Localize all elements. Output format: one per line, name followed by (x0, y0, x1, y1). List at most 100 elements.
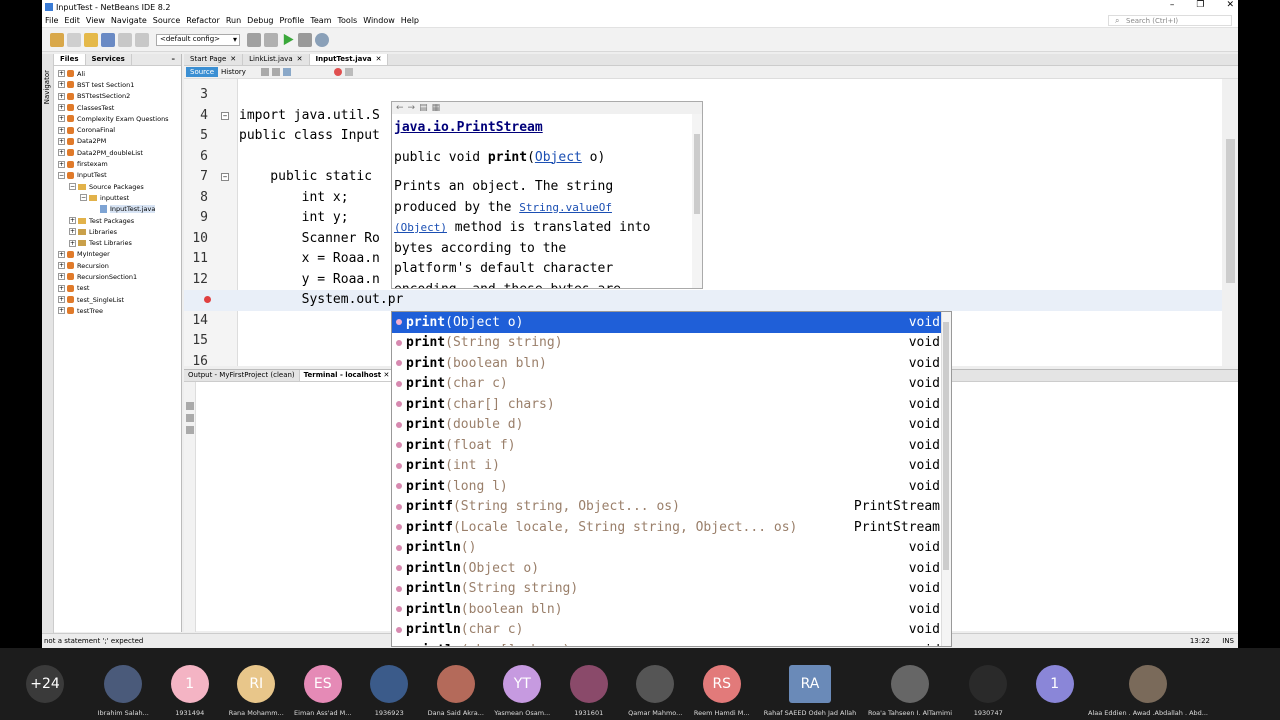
menu-debug[interactable]: Debug (244, 16, 276, 25)
tree-node[interactable]: + Test Packages (54, 215, 181, 226)
restore-button[interactable]: ❐ (1196, 0, 1204, 10)
completion-item[interactable]: print (char c) void (392, 374, 942, 395)
editor-scrollbar[interactable] (1222, 79, 1238, 366)
code-line[interactable]: 10 Scanner Ro (184, 229, 1238, 250)
participant-tile[interactable]: 1 (1022, 648, 1089, 720)
tree-node[interactable]: + BSTtestSection2 (54, 91, 181, 102)
menu-edit[interactable]: Edit (61, 16, 83, 25)
expand-toggle-icon[interactable]: − (80, 194, 87, 202)
close-tab-icon[interactable]: ✕ (230, 55, 236, 63)
code-line[interactable]: 11 x = Roaa.n (184, 249, 1238, 270)
close-tab-icon[interactable]: ✕ (376, 55, 382, 63)
expand-toggle-icon[interactable]: + (58, 250, 65, 258)
expand-toggle-icon[interactable]: + (58, 70, 65, 78)
completion-item[interactable]: print (float f) void (392, 435, 942, 456)
participant-tile[interactable]: RI Rana Mohamm... (223, 648, 290, 720)
forward-icon[interactable] (271, 68, 280, 76)
menu-help[interactable]: Help (398, 16, 422, 25)
copy-icon[interactable] (186, 402, 194, 410)
undo-icon[interactable] (118, 32, 132, 47)
tab-inputtest[interactable]: InputTest.java ✕ (309, 54, 389, 65)
menu-team[interactable]: Team (307, 16, 334, 25)
code-line[interactable]: 12 y = Roaa.n (184, 270, 1238, 291)
menu-tools[interactable]: Tools (335, 16, 361, 25)
participant-tile[interactable]: ES Eiman Ass'ad M... (290, 648, 357, 720)
tree-node[interactable]: + testTree (54, 305, 181, 316)
completion-item[interactable]: print (String string) void (392, 333, 942, 354)
completion-item[interactable]: println(char[] chars) void (392, 640, 942, 646)
expand-toggle-icon[interactable]: + (58, 137, 65, 145)
participant-tile[interactable]: Dana Said Akra... (423, 648, 490, 720)
expand-toggle-icon[interactable]: + (58, 115, 65, 123)
participant-tile[interactable]: Alaa Eddien . Awad .Abdallah . Abd... (1088, 648, 1208, 720)
tree-node[interactable]: + Complexity Exam Questions (54, 113, 181, 124)
tree-node[interactable]: + BST test Section1 (54, 79, 181, 90)
navigator-label[interactable]: Navigator (43, 70, 51, 104)
tree-node[interactable]: + Data2PM_doubleList (54, 147, 181, 158)
menu-view[interactable]: View (83, 16, 108, 25)
redo-icon[interactable] (135, 32, 149, 47)
code-line[interactable]: 4 import java.util.S − (184, 106, 1238, 127)
tree-node[interactable]: − InputTest (54, 170, 181, 181)
participant-tile[interactable]: 1930747 (955, 648, 1022, 720)
completion-item[interactable]: println() void (392, 538, 942, 559)
history-view-button[interactable]: History (221, 68, 246, 76)
doc-back-icon[interactable]: ← (396, 103, 404, 113)
expand-toggle-icon[interactable]: + (58, 273, 65, 281)
tab-linklist[interactable]: LinkList.java ✕ (243, 54, 310, 65)
expand-toggle-icon[interactable]: + (58, 284, 65, 292)
tree-node[interactable]: − inputtest (54, 192, 181, 203)
expand-toggle-icon[interactable]: + (58, 307, 65, 315)
tab-files[interactable]: Files (54, 54, 86, 65)
expand-toggle-icon[interactable]: + (58, 160, 65, 168)
minimize-button[interactable]: – (1170, 0, 1175, 10)
participant-tile[interactable]: Qamar Mahmo... (622, 648, 689, 720)
error-marker-icon[interactable] (204, 296, 211, 303)
expand-toggle-icon[interactable]: − (58, 171, 65, 179)
expand-toggle-icon[interactable]: + (58, 126, 65, 134)
participant-tile[interactable]: RA Rahaf SAEED Odeh Jad Allah (755, 648, 865, 720)
profile-icon[interactable] (315, 32, 329, 47)
clean-build-icon[interactable] (264, 32, 278, 47)
doc-scrollbar[interactable] (692, 114, 702, 288)
doc-class-name[interactable]: java.io.PrintStream (394, 118, 700, 139)
new-file-icon[interactable] (67, 32, 81, 47)
tab-start-page[interactable]: Start Page ✕ (184, 54, 244, 65)
tab-services[interactable]: Services (86, 54, 132, 65)
tab-terminal[interactable]: Terminal - localhost ✕ (299, 370, 395, 381)
participant-tile[interactable]: YT Yasmean Osam... (489, 648, 556, 720)
expand-toggle-icon[interactable]: + (58, 262, 65, 270)
participant-tile[interactable]: Ibrahim Salah... (90, 648, 157, 720)
editor-scroll-thumb[interactable] (1226, 139, 1235, 283)
expand-toggle-icon[interactable]: + (58, 149, 65, 157)
doc-valueof-link[interactable]: String.valueOf (519, 201, 612, 214)
code-line[interactable]: 9 int y; (184, 208, 1238, 229)
completion-item[interactable]: printf (String string, Object... os) Print… (392, 497, 942, 518)
tree-node[interactable]: + Test Libraries (54, 237, 181, 248)
close-button[interactable]: ✕ (1226, 0, 1234, 10)
tree-node[interactable]: + test_SingleList (54, 294, 181, 305)
tree-node[interactable]: + Libraries (54, 226, 181, 237)
source-view-button[interactable]: Source (186, 67, 219, 77)
stop-macro-icon[interactable] (344, 68, 353, 76)
tab-output[interactable]: Output - MyFirstProject (clean) (184, 370, 300, 381)
new-project-icon[interactable] (50, 32, 64, 47)
completion-item[interactable]: println (String string) void (392, 579, 942, 600)
completion-scroll-thumb[interactable] (943, 322, 949, 570)
navigator-strip[interactable]: Navigator (42, 54, 54, 639)
fold-toggle-icon[interactable]: − (221, 111, 229, 120)
tree-node[interactable]: − Source Packages (54, 181, 181, 192)
participant-tile[interactable]: 1 1931494 (157, 648, 224, 720)
menu-profile[interactable]: Profile (276, 16, 307, 25)
back-icon[interactable] (260, 68, 269, 76)
completion-item[interactable]: println (boolean bln) void (392, 599, 942, 620)
menu-navigate[interactable]: Navigate (108, 16, 150, 25)
expand-toggle-icon[interactable]: + (69, 217, 76, 224)
find-icon[interactable] (186, 426, 194, 434)
participant-tile[interactable]: Roa'a Tahseen I. AlTamimi (865, 648, 955, 720)
completion-item[interactable]: printf (Locale locale, String string, Obj… (392, 517, 942, 538)
completion-item[interactable]: println (Object o) void (392, 558, 942, 579)
completion-item[interactable]: print (double d) void (392, 415, 942, 436)
expand-toggle-icon[interactable]: + (58, 296, 65, 304)
code-line[interactable]: 6 (184, 147, 1238, 168)
